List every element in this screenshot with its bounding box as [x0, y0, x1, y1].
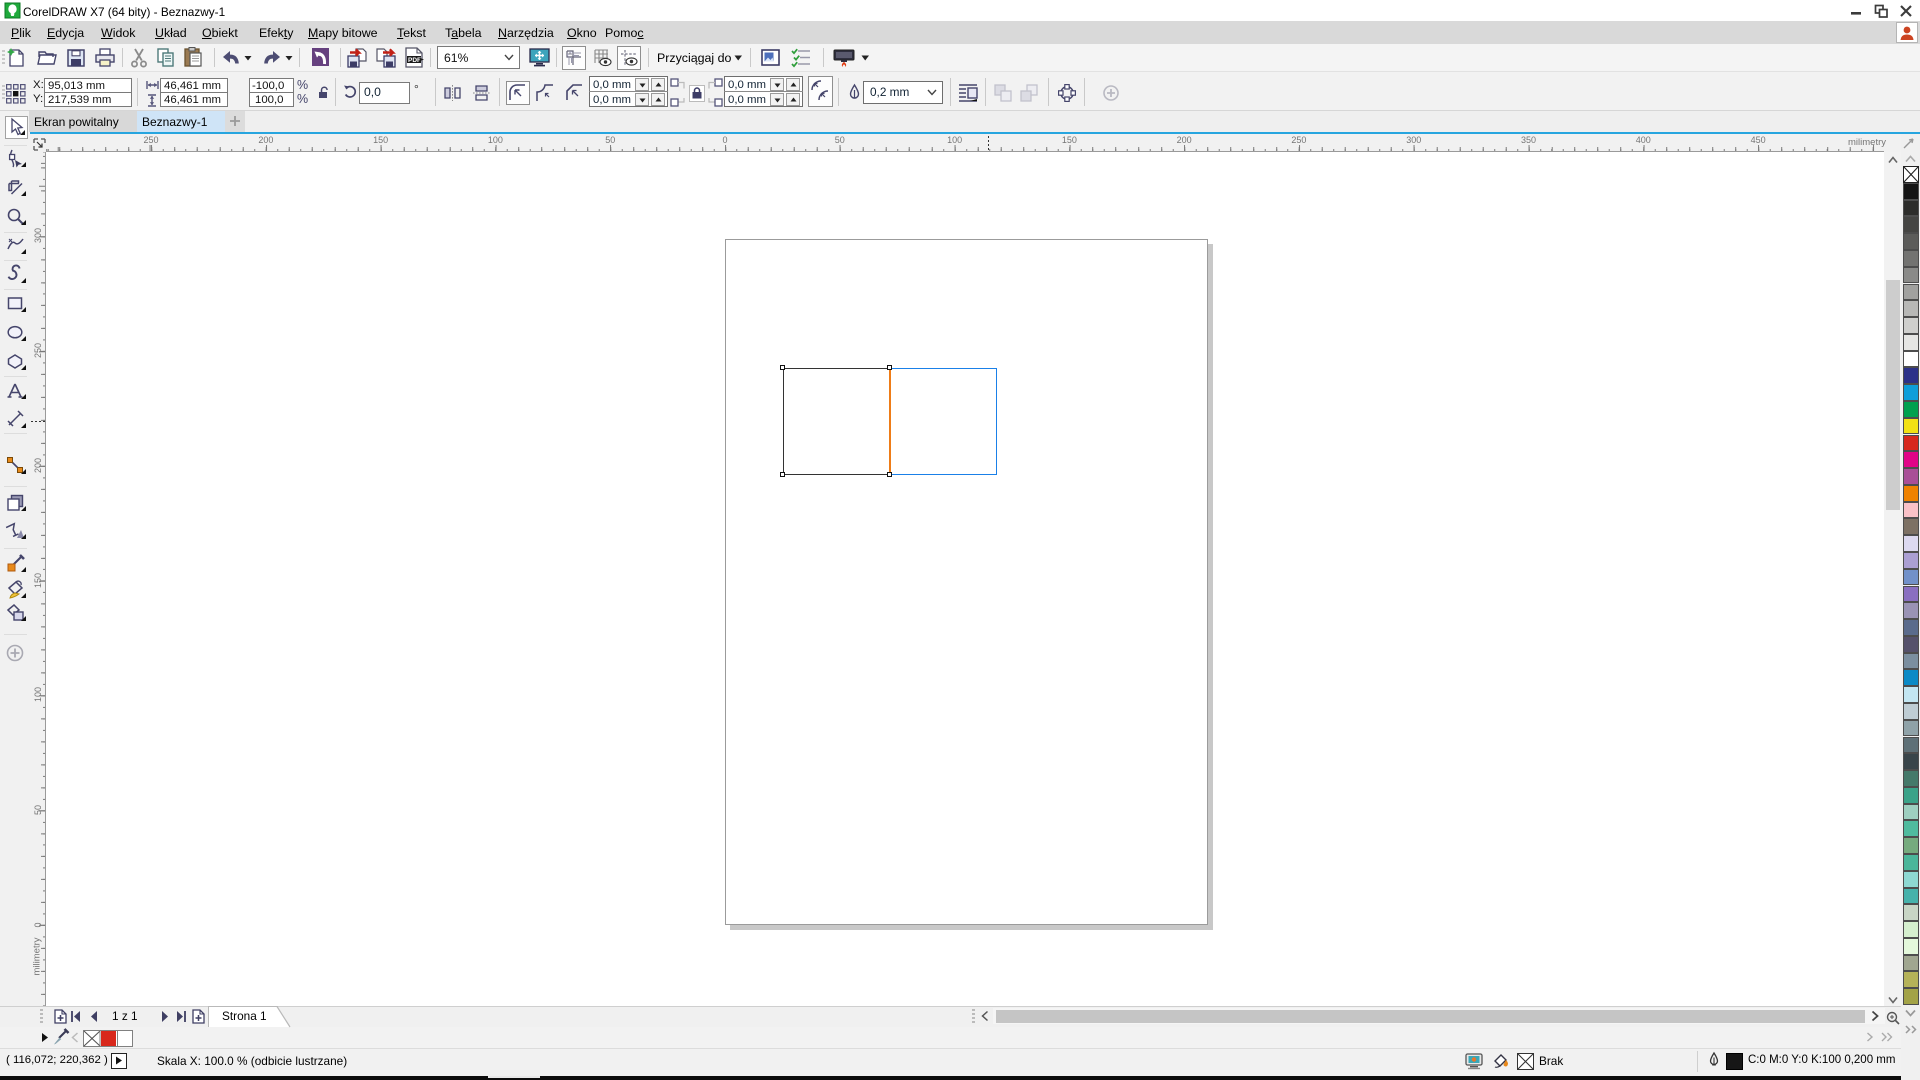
svg-text:PDF: PDF: [408, 57, 421, 64]
